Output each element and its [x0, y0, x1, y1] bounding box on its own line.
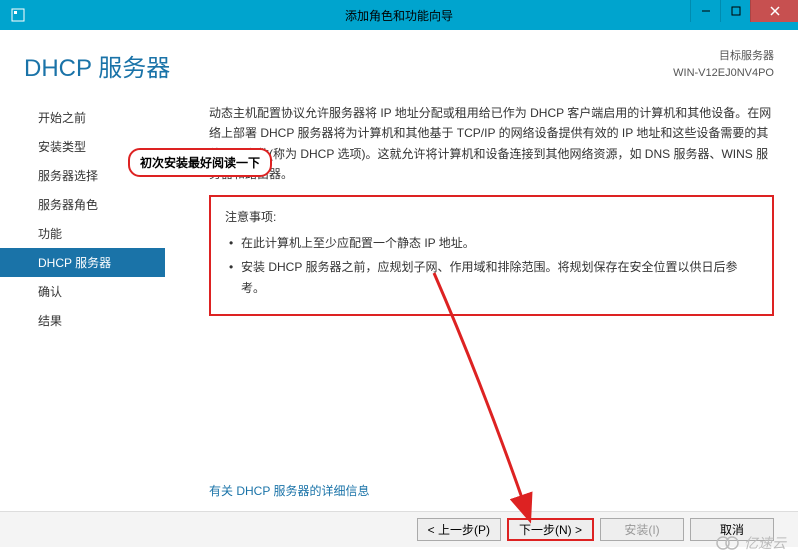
sidebar-item-features[interactable]: 功能 [0, 219, 165, 248]
header: DHCP 服务器 目标服务器 WIN-V12EJ0NV4PO [0, 30, 798, 91]
watermark-text: 亿速云 [744, 533, 786, 553]
content-area: 动态主机配置协议允许服务器将 IP 地址分配或租用给已作为 DHCP 客户端启用… [165, 95, 798, 335]
app-icon [6, 3, 30, 27]
window-controls [690, 0, 798, 22]
page-title: DHCP 服务器 [24, 48, 170, 83]
sidebar-item-confirm[interactable]: 确认 [0, 277, 165, 306]
minimize-button[interactable] [690, 0, 720, 22]
next-button[interactable]: 下一步(N) > [507, 518, 594, 541]
intro-text: 动态主机配置协议允许服务器将 IP 地址分配或租用给已作为 DHCP 客户端启用… [209, 103, 774, 185]
maximize-button[interactable] [720, 0, 750, 22]
sidebar-item-dhcp-server[interactable]: DHCP 服务器 [0, 248, 165, 277]
target-label: 目标服务器 [673, 48, 774, 65]
notice-item: 安装 DHCP 服务器之前，应规划子网、作用域和排除范围。将规划保存在安全位置以… [229, 257, 758, 298]
target-info: 目标服务器 WIN-V12EJ0NV4PO [673, 48, 774, 81]
notice-box: 注意事项: 在此计算机上至少应配置一个静态 IP 地址。 安装 DHCP 服务器… [209, 195, 774, 317]
watermark: 亿速云 [716, 533, 786, 553]
notice-item: 在此计算机上至少应配置一个静态 IP 地址。 [229, 233, 758, 253]
titlebar: 添加角色和功能向导 [0, 0, 798, 30]
window-title: 添加角色和功能向导 [345, 7, 453, 24]
annotation-bubble: 初次安装最好阅读一下 [128, 148, 272, 177]
install-button: 安装(I) [600, 518, 684, 541]
sidebar-item-results[interactable]: 结果 [0, 306, 165, 335]
more-info-link[interactable]: 有关 DHCP 服务器的详细信息 [209, 482, 369, 499]
close-button[interactable] [750, 0, 798, 22]
sidebar-item-server-roles[interactable]: 服务器角色 [0, 190, 165, 219]
sidebar: 开始之前 安装类型 服务器选择 服务器角色 功能 DHCP 服务器 确认 结果 [0, 95, 165, 335]
target-name: WIN-V12EJ0NV4PO [673, 65, 774, 82]
notice-title: 注意事项: [225, 207, 758, 227]
main-area: 开始之前 安装类型 服务器选择 服务器角色 功能 DHCP 服务器 确认 结果 … [0, 91, 798, 335]
prev-button[interactable]: < 上一步(P) [417, 518, 501, 541]
sidebar-item-before-begin[interactable]: 开始之前 [0, 103, 165, 132]
button-bar: < 上一步(P) 下一步(N) > 安装(I) 取消 [0, 511, 798, 547]
notice-list: 在此计算机上至少应配置一个静态 IP 地址。 安装 DHCP 服务器之前，应规划… [225, 233, 758, 298]
watermark-logo-icon [716, 535, 740, 551]
